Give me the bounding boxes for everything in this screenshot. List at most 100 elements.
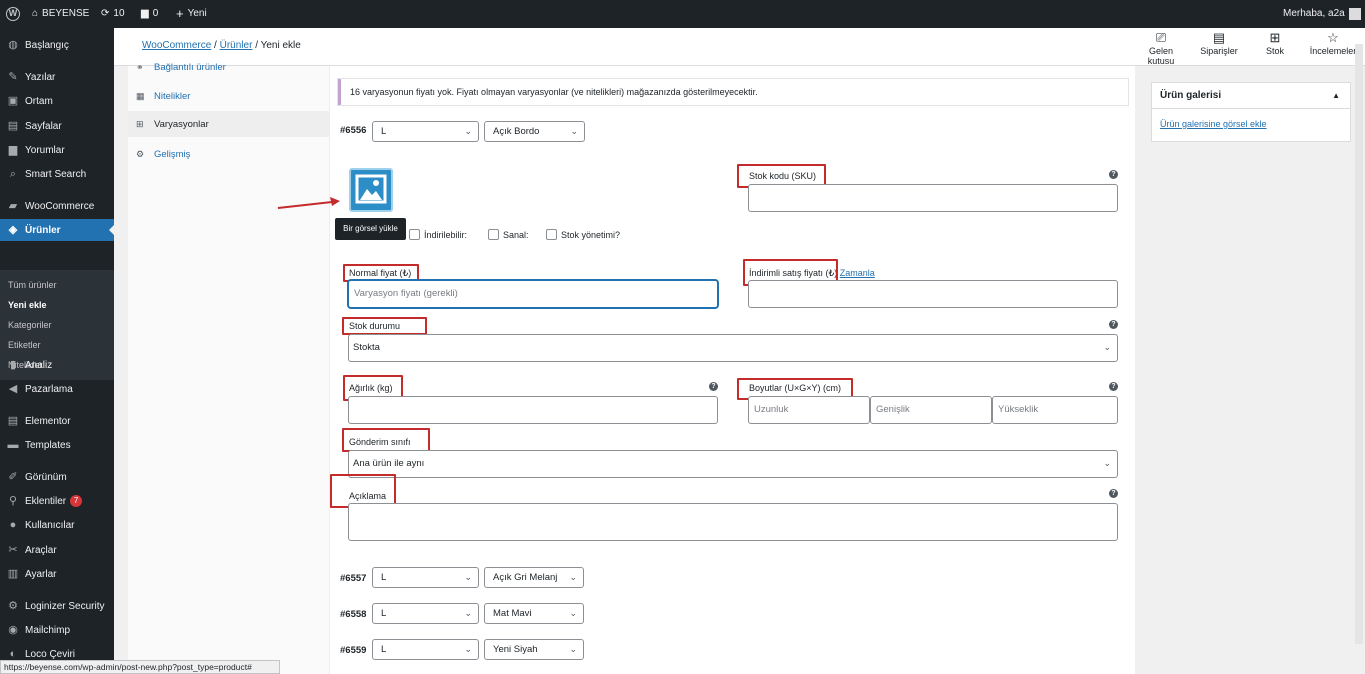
sidebar-item-label: Araçlar bbox=[25, 544, 57, 556]
gallery-header[interactable]: Ürün galerisi ▲ bbox=[1152, 83, 1350, 109]
upload-image-tooltip: Bir görsel yükle bbox=[335, 218, 406, 240]
height-input[interactable]: Yükseklik bbox=[992, 396, 1118, 424]
stock-management-checkbox[interactable]: Stok yönetimi? bbox=[546, 229, 620, 240]
sidebar-item-mailchimp[interactable]: ◉ Mailchimp bbox=[0, 619, 114, 641]
reviews-button[interactable]: ☆ İncelemeler bbox=[1308, 30, 1358, 56]
wordpress-logo[interactable]: W bbox=[6, 0, 20, 28]
image-icon bbox=[355, 174, 387, 204]
help-icon[interactable]: ? bbox=[1109, 170, 1118, 179]
variation-size-select[interactable]: L ⌄ bbox=[372, 603, 479, 624]
sidebar-item-templates[interactable]: ▬ Templates bbox=[0, 434, 114, 456]
plus-icon: + bbox=[176, 6, 184, 21]
sidebar-item-sayfalar[interactable]: ▤ Sayfalar bbox=[0, 115, 114, 137]
media-icon: ▣ bbox=[7, 95, 19, 107]
sidebar-item-label: Yazılar bbox=[25, 71, 56, 83]
help-icon[interactable]: ? bbox=[1109, 489, 1118, 498]
upload-image-button[interactable] bbox=[349, 168, 393, 212]
tab-attributes[interactable]: ▦ Nitelikler bbox=[128, 83, 329, 109]
shipping-class-select[interactable]: Ana ürün ile aynı ⌄ bbox=[348, 450, 1118, 478]
length-input[interactable]: Uzunluk bbox=[748, 396, 870, 424]
sidebar-item-elementor[interactable]: ▤ Elementor bbox=[0, 410, 114, 432]
width-input[interactable]: Genişlik bbox=[870, 396, 992, 424]
site-name-link[interactable]: ⌂ BEYENSE bbox=[32, 0, 89, 28]
comment-icon: ▆ bbox=[141, 8, 149, 19]
submenu-all-products[interactable]: Tüm ürünler bbox=[8, 280, 57, 290]
grid-icon: ⊞ bbox=[136, 118, 144, 129]
chevron-down-icon: ⌄ bbox=[464, 608, 472, 618]
stock-status-select[interactable]: Stokta ⌄ bbox=[348, 334, 1118, 362]
collapse-arrow-icon: ▲ bbox=[1332, 91, 1340, 100]
sku-input[interactable] bbox=[748, 184, 1118, 212]
comments-link[interactable]: ▆ 0 bbox=[141, 0, 158, 28]
account-menu[interactable]: Merhaba, a2a bbox=[1283, 0, 1361, 28]
breadcrumb: WooCommerce / Ürünler / Yeni ekle bbox=[142, 40, 301, 51]
virtual-checkbox[interactable]: Sanal: bbox=[488, 229, 529, 240]
chevron-down-icon: ⌄ bbox=[569, 644, 577, 654]
help-icon[interactable]: ? bbox=[1109, 382, 1118, 391]
sidebar-item-label: Eklentiler bbox=[25, 495, 67, 507]
submenu-tags[interactable]: Etiketler bbox=[8, 340, 41, 350]
woo-icon: ▰ bbox=[8, 200, 18, 212]
sidebar-item-smart-search[interactable]: ⌕ Smart Search bbox=[0, 163, 114, 185]
variation-size-select[interactable]: L ⌄ bbox=[372, 121, 479, 142]
orders-icon: ▤ bbox=[1212, 30, 1226, 45]
sidebar-item-woocommerce[interactable]: ▰ WooCommerce bbox=[0, 195, 114, 217]
submenu-add-new[interactable]: Yeni ekle bbox=[8, 300, 47, 310]
sidebar-item-label: Analiz bbox=[25, 359, 53, 371]
sale-price-input[interactable] bbox=[748, 280, 1118, 308]
description-textarea[interactable] bbox=[348, 503, 1118, 541]
variation-size-select[interactable]: L ⌄ bbox=[372, 639, 479, 660]
sidebar-item-ara-lar[interactable]: ✂ Araçlar bbox=[0, 539, 114, 561]
breadcrumb-current: Yeni ekle bbox=[260, 40, 301, 51]
sidebar-item-pazarlama[interactable]: ◀ Pazarlama bbox=[0, 378, 114, 400]
regular-price-input[interactable]: Varyasyon fiyatı (gerekli) bbox=[348, 280, 718, 308]
sidebar-item-label: Ortam bbox=[25, 95, 53, 107]
sidebar-item-yaz-lar[interactable]: ✎ Yazılar bbox=[0, 66, 114, 88]
sidebar-item-eklentiler[interactable]: ⚲ Eklentiler 7 bbox=[0, 490, 114, 512]
breadcrumb-woocommerce[interactable]: WooCommerce bbox=[142, 40, 211, 51]
sidebar-item-kullan-c-lar[interactable]: ● Kullanıcılar bbox=[0, 514, 114, 536]
help-icon[interactable]: ? bbox=[1109, 320, 1118, 329]
sidebar-item-ortam[interactable]: ▣ Ortam bbox=[0, 90, 114, 112]
submenu-categories[interactable]: Kategoriler bbox=[8, 320, 52, 330]
sidebar-item-loginizer-security[interactable]: ⚙ Loginizer Security bbox=[0, 595, 114, 617]
variation-color-select[interactable]: Mat Mavi ⌄ bbox=[484, 603, 584, 624]
downloadable-checkbox[interactable]: İndirilebilir: bbox=[409, 229, 467, 240]
mailchimp-icon: ◉ bbox=[8, 624, 18, 636]
gear-icon: ⚙ bbox=[136, 148, 145, 159]
sidebar-item-yorumlar[interactable]: ▆ Yorumlar bbox=[0, 139, 114, 161]
sidebar-item-ayarlar[interactable]: ▥ Ayarlar bbox=[0, 563, 114, 585]
variation-color-select[interactable]: Yeni Siyah ⌄ bbox=[484, 639, 584, 660]
gear-icon: ⚙ bbox=[8, 600, 18, 612]
chevron-down-icon: ⌄ bbox=[1103, 342, 1111, 352]
scrollbar[interactable] bbox=[1355, 44, 1363, 644]
plugin-icon: ⚲ bbox=[8, 495, 18, 507]
schedule-link[interactable]: Zamanla bbox=[840, 268, 875, 278]
stock-button[interactable]: ⊞ Stok bbox=[1250, 30, 1300, 56]
variation-color-select[interactable]: Açık Bordo ⌄ bbox=[484, 121, 585, 142]
sidebar-item-g-r-n-m[interactable]: ✐ Görünüm bbox=[0, 466, 114, 488]
new-content-link[interactable]: + Yeni bbox=[176, 0, 207, 28]
sidebar-item-ba-lang-[interactable]: ◍ Başlangıç bbox=[0, 34, 114, 56]
help-icon[interactable]: ? bbox=[709, 382, 718, 391]
sidebar-item-analiz[interactable]: ▮ Analiz bbox=[0, 354, 114, 376]
sidebar-item-label: Kullanıcılar bbox=[25, 519, 75, 531]
weight-input[interactable] bbox=[348, 396, 718, 424]
variation-color-select[interactable]: Açık Gri Melanj ⌄ bbox=[484, 567, 584, 588]
sidebar-item-label: Templates bbox=[25, 439, 71, 451]
tab-variations[interactable]: ⊞ Varyasyonlar bbox=[128, 111, 329, 137]
add-gallery-images-link[interactable]: Ürün galerisine görsel ekle bbox=[1160, 119, 1267, 129]
sidebar-item-label: Başlangıç bbox=[25, 39, 69, 51]
settings-icon: ▥ bbox=[7, 568, 19, 580]
orders-button[interactable]: ▤ Siparişler bbox=[1194, 30, 1244, 56]
inbox-button[interactable]: ⎚ Gelen kutusu bbox=[1136, 30, 1186, 66]
sidebar-item--r-nler[interactable]: ◈ Ürünler bbox=[0, 219, 114, 241]
annotation-arrow bbox=[277, 197, 340, 209]
tab-linked-products[interactable]: ⚭ Bağlantılı ürünler bbox=[128, 54, 329, 80]
variation-size-select[interactable]: L ⌄ bbox=[372, 567, 479, 588]
updates-link[interactable]: ⟳ 10 bbox=[101, 0, 125, 28]
breadcrumb-products[interactable]: Ürünler bbox=[220, 40, 253, 51]
tab-advanced[interactable]: ⚙ Gelişmiş bbox=[128, 141, 329, 167]
link-icon: ⚭ bbox=[136, 61, 144, 72]
highlight-box-stock-status bbox=[342, 317, 427, 335]
